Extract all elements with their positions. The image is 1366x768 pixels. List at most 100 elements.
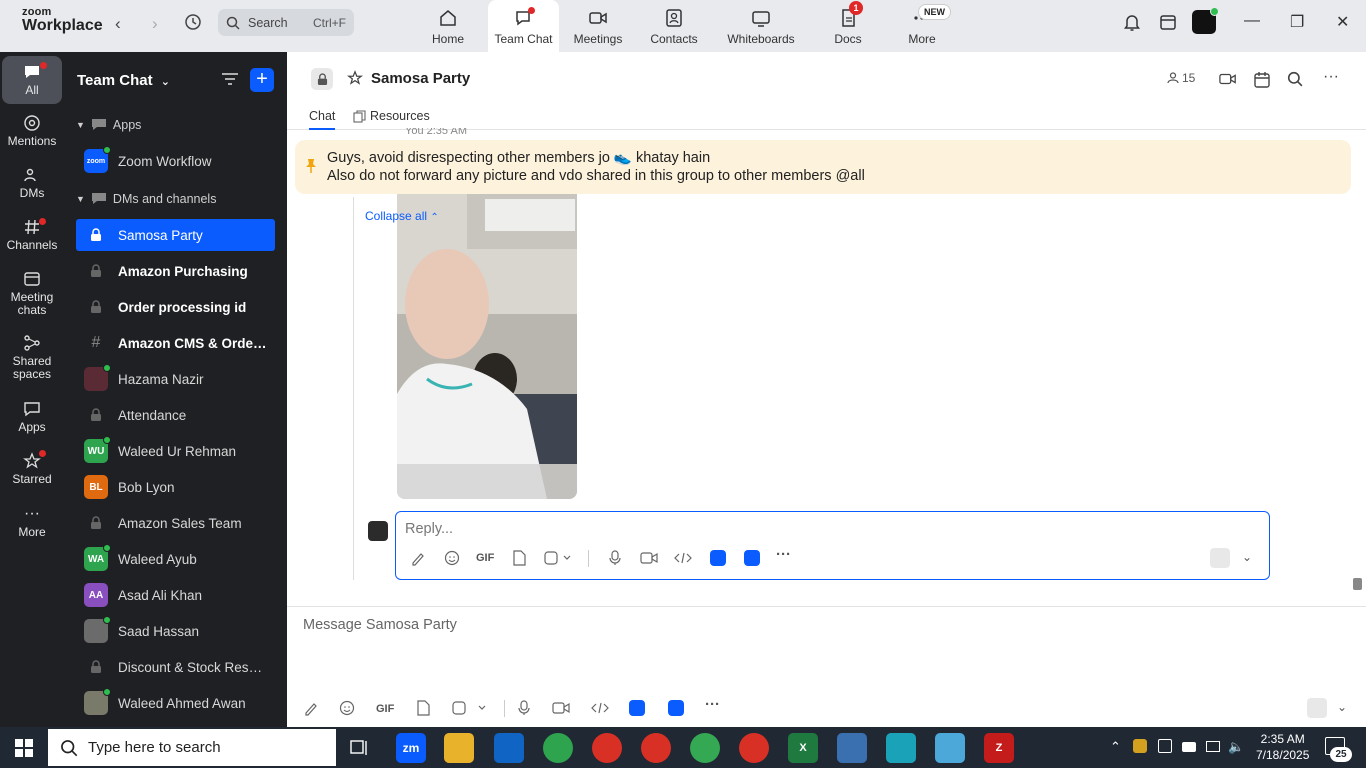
rail-more[interactable]: ··· More	[2, 506, 62, 539]
chrome-icon[interactable]	[690, 733, 720, 763]
tab-chat[interactable]: Chat	[309, 109, 336, 130]
section-apps[interactable]: ▼ Apps	[76, 118, 141, 132]
channel-title[interactable]: Samosa Party	[371, 70, 470, 87]
rail-all[interactable]: All	[2, 56, 62, 104]
list-item-amazon-purchasing[interactable]: Amazon Purchasing	[76, 255, 275, 287]
chrome-icon[interactable]	[739, 733, 769, 763]
list-item-bob-lyon[interactable]: BL Bob Lyon	[76, 471, 275, 503]
message-input[interactable]: Message Samosa Party	[303, 617, 457, 633]
tab-more[interactable]: NEW More	[895, 0, 950, 52]
microphone-icon[interactable]	[517, 700, 531, 719]
reply-input[interactable]: Reply...	[405, 521, 453, 537]
pinned-message-banner[interactable]: Guys, avoid disrespecting other members …	[295, 140, 1351, 194]
scrollbar-thumb[interactable]	[1353, 578, 1362, 590]
list-item-order-processing-id[interactable]: Order processing id	[76, 291, 275, 323]
reply-box[interactable]: Reply... GIF ··· ⌄	[395, 511, 1270, 580]
history-icon[interactable]	[183, 12, 203, 37]
code-snippet-icon[interactable]	[674, 550, 692, 569]
tab-contacts[interactable]: Contacts	[644, 0, 704, 52]
file-icon[interactable]	[512, 550, 526, 569]
close-icon[interactable]: ✕	[1336, 12, 1349, 32]
gif-icon[interactable]: GIF	[376, 703, 394, 715]
tray-app-icon[interactable]	[1133, 739, 1147, 753]
chevron-down-icon[interactable]: ⌄	[1337, 700, 1347, 714]
code-snippet-icon[interactable]	[591, 700, 609, 719]
more-options-icon[interactable]: ···	[1323, 68, 1339, 86]
list-item-waleed-ayub[interactable]: WA Waleed Ayub	[76, 543, 275, 575]
calendar-icon[interactable]	[1158, 12, 1178, 35]
volume-icon[interactable]: 🔈	[1228, 739, 1244, 755]
tab-whiteboards[interactable]: Whiteboards	[722, 0, 800, 52]
app-shortcut-icon[interactable]	[710, 550, 726, 566]
outlook-icon[interactable]	[494, 733, 524, 763]
section-dms-and-channels[interactable]: ▼ DMs and channels	[76, 192, 216, 206]
rail-shared-spaces[interactable]: Shared spaces	[2, 334, 62, 381]
zoom-taskbar-icon[interactable]: zm	[396, 733, 426, 763]
windows-start-icon[interactable]	[15, 739, 33, 760]
send-icon[interactable]	[1210, 548, 1230, 568]
tray-app-icon[interactable]	[1158, 739, 1172, 753]
restore-icon[interactable]: ❐	[1290, 12, 1304, 32]
back-arrow-icon[interactable]: ‹	[115, 14, 121, 34]
video-call-icon[interactable]	[1219, 71, 1237, 90]
filezilla-icon[interactable]: Z	[984, 733, 1014, 763]
panel-title[interactable]: Team Chat ⌄	[77, 72, 170, 89]
filter-icon[interactable]	[221, 72, 239, 89]
list-item-amazon-sales-team[interactable]: Amazon Sales Team	[76, 507, 275, 539]
list-item-samosa-party[interactable]: Samosa Party	[76, 219, 275, 251]
list-item-attendance[interactable]: Attendance	[76, 399, 275, 431]
list-item-amazon-cms[interactable]: # Amazon CMS & Order...	[76, 327, 275, 359]
microphone-icon[interactable]	[608, 550, 622, 569]
emoji-icon[interactable]	[444, 550, 460, 569]
bell-icon[interactable]	[1122, 12, 1142, 35]
tab-home[interactable]: Home	[418, 0, 478, 52]
network-icon[interactable]	[1206, 741, 1220, 752]
search-input[interactable]: Search Ctrl+F	[218, 9, 354, 36]
forward-arrow-icon[interactable]: ›	[152, 14, 158, 34]
minimize-icon[interactable]: —	[1244, 12, 1260, 30]
list-item-waleed-ur-rehman[interactable]: WU Waleed Ur Rehman	[76, 435, 275, 467]
tab-docs[interactable]: 1 Docs	[820, 0, 876, 52]
list-item-hazama-nazir[interactable]: Hazama Nazir	[76, 363, 275, 395]
app-icon[interactable]	[886, 733, 916, 763]
app-shortcut-icon[interactable]	[629, 700, 645, 716]
send-icon[interactable]	[1307, 698, 1327, 718]
calculator-icon[interactable]	[837, 733, 867, 763]
list-item-discount-stock[interactable]: Discount & Stock Reser...	[76, 651, 275, 683]
video-message-icon[interactable]	[552, 700, 570, 719]
list-item-saad-hassan[interactable]: Saad Hassan	[76, 615, 275, 647]
tab-resources[interactable]: Resources	[353, 109, 430, 123]
app-shortcut-icon[interactable]	[668, 700, 684, 716]
chrome-icon[interactable]	[543, 733, 573, 763]
rail-meeting-chats[interactable]: Meeting chats	[2, 270, 62, 317]
emoji-icon[interactable]	[339, 700, 355, 719]
list-item-waleed-ahmed-awan[interactable]: Waleed Ahmed Awan	[76, 687, 275, 719]
collapse-all-link[interactable]: Collapse all ⌃	[365, 209, 439, 223]
screenshot-icon[interactable]	[544, 550, 572, 569]
excel-icon[interactable]: X	[788, 733, 818, 763]
app-icon[interactable]	[935, 733, 965, 763]
list-item-asad-ali-khan[interactable]: AA Asad Ali Khan	[76, 579, 275, 611]
more-tools-icon[interactable]: ···	[776, 546, 791, 563]
chevron-up-icon[interactable]: ⌃	[1110, 739, 1121, 755]
calendar-icon[interactable]	[1253, 71, 1271, 92]
video-message-icon[interactable]	[640, 550, 658, 569]
tab-team-chat[interactable]: Team Chat	[488, 0, 559, 52]
new-chat-button[interactable]: +	[250, 68, 274, 92]
star-icon[interactable]	[346, 70, 364, 89]
screenshot-icon[interactable]	[452, 700, 486, 719]
chrome-icon[interactable]	[641, 733, 671, 763]
system-clock[interactable]: 2:35 AM 7/18/2025	[1256, 731, 1309, 763]
taskbar-search-input[interactable]: Type here to search	[48, 729, 336, 766]
rail-apps[interactable]: Apps	[2, 400, 62, 434]
rail-dms[interactable]: DMs	[2, 166, 62, 200]
search-icon[interactable]	[1287, 71, 1303, 90]
list-item-zoom-workflow[interactable]: zoom Zoom Workflow	[76, 145, 275, 177]
profile-avatar[interactable]	[1192, 7, 1219, 34]
file-explorer-icon[interactable]	[444, 733, 474, 763]
app-shortcut-icon[interactable]	[744, 550, 760, 566]
shared-photo[interactable]	[397, 194, 577, 499]
format-icon[interactable]	[410, 550, 426, 569]
rail-mentions[interactable]: Mentions	[2, 114, 62, 148]
tab-meetings[interactable]: Meetings	[568, 0, 628, 52]
